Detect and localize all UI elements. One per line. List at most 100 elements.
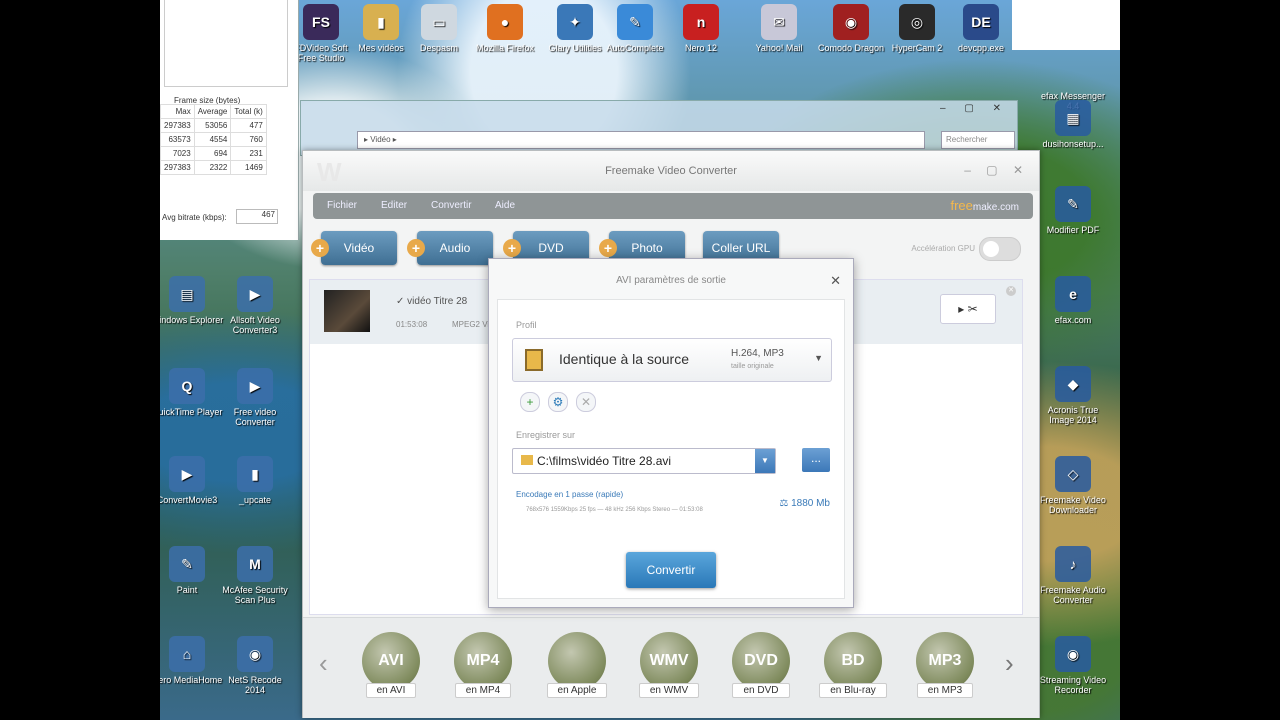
desktop-icon-label: Nero MediaHome xyxy=(151,675,223,685)
table-row: 297383 2322 1469 xyxy=(160,160,267,175)
desktop-icon[interactable]: ♪ Freemake Audio Converter xyxy=(1036,546,1110,605)
desktop-icon[interactable]: ▭ Despasm xyxy=(402,4,476,53)
plus-icon: + xyxy=(599,239,617,257)
app-icon: ✎ xyxy=(617,4,653,40)
desktop-icon[interactable]: ◉ Comodo Dragon xyxy=(814,4,888,53)
table-cell: 694 xyxy=(193,146,232,161)
profile-name: Identique à la source xyxy=(559,351,689,367)
desktop-icon[interactable]: ⌂ Nero MediaHome xyxy=(150,636,224,685)
encoding-link[interactable]: Encodage en 1 passe (rapide) xyxy=(516,490,623,499)
path-dropdown-button[interactable]: ▼ xyxy=(755,449,775,473)
explorer-address-bar[interactable]: ▸ Vidéo ▸ xyxy=(357,131,925,149)
save-path-field[interactable]: C:\films\vidéo Titre 28.avi ▼ xyxy=(512,448,776,474)
app-icon: ♪ xyxy=(1055,546,1091,582)
desktop-icon[interactable]: Q QuickTime Player xyxy=(150,368,224,417)
desktop-icon[interactable]: ▦ dusihonsetup... xyxy=(1036,100,1110,149)
brand-part-a: free xyxy=(950,198,973,213)
app-icon: ◉ xyxy=(1055,636,1091,672)
file-name-text: vidéo Titre 28 xyxy=(407,296,468,307)
browse-button[interactable]: ... xyxy=(802,448,830,472)
app-icon: ▮ xyxy=(237,456,273,492)
format-scroll-left-icon[interactable]: ‹ xyxy=(319,648,328,679)
desktop-icon[interactable]: ◇ Freemake Video Downloader xyxy=(1036,456,1110,515)
format-button[interactable]: AVI en AVI xyxy=(353,632,429,708)
desktop-icon-label: devcpp.exe xyxy=(957,43,1005,53)
desktop-icon[interactable]: e efax.com xyxy=(1036,276,1110,325)
menu-editer[interactable]: Editer xyxy=(381,200,407,211)
desktop-icon-label: efax.com xyxy=(1054,315,1092,325)
explorer-window-controls[interactable]: – ▢ ✕ xyxy=(940,103,1009,114)
format-button[interactable]: BD en Blu-ray xyxy=(815,632,891,708)
brand-part-b: make.com xyxy=(972,202,1019,213)
desktop-icon-label: dusihonsetup... xyxy=(1042,139,1104,149)
app-icon: ▮ xyxy=(363,4,399,40)
app-icon: ● xyxy=(487,4,523,40)
convert-button[interactable]: Convertir xyxy=(626,552,716,588)
desktop-icon[interactable]: ✎ Paint xyxy=(150,546,224,595)
gpu-toggle[interactable] xyxy=(979,237,1021,261)
format-label: en MP4 xyxy=(454,683,512,698)
desktop-icon-label: ConvertMovie3 xyxy=(156,495,218,505)
desktop-icon-label: Paint xyxy=(176,585,198,595)
app-icon: Q xyxy=(169,368,205,404)
desktop-icon[interactable]: DE devcpp.exe xyxy=(944,4,1018,53)
desktop-icon[interactable]: M McAfee Security Scan Plus xyxy=(218,546,292,605)
table-cell: 2322 xyxy=(193,160,232,175)
white-window-corner xyxy=(1012,0,1120,50)
close-icon[interactable]: ✕ xyxy=(830,273,841,289)
freemake-title: Freemake Video Converter xyxy=(605,165,737,177)
app-icon: ◉ xyxy=(833,4,869,40)
desktop-icon[interactable]: ▶ Free video Converter xyxy=(218,368,292,427)
explorer-search-input[interactable]: Rechercher xyxy=(941,131,1015,149)
desktop-icon[interactable]: ✉ Yahoo! Mail xyxy=(742,4,816,53)
app-icon: ▶ xyxy=(237,368,273,404)
gear-icon[interactable]: ⚙ xyxy=(548,392,568,412)
desktop-icon-label: Freemake Audio Converter xyxy=(1040,585,1106,605)
explorer-window: – ▢ ✕ ▸ Vidéo ▸ Rechercher xyxy=(300,100,1018,156)
profile-select[interactable]: Identique à la source H.264, MP3 taille … xyxy=(512,338,832,382)
app-icon: ◉ xyxy=(237,636,273,672)
profile-label: Profil xyxy=(516,320,537,330)
desktop-icon[interactable]: ▶ ConvertMovie3 xyxy=(150,456,224,505)
table-row: 297383 53056 477 xyxy=(160,118,267,133)
menu-convertir[interactable]: Convertir xyxy=(431,200,472,211)
format-button[interactable]: MP3 en MP3 xyxy=(907,632,983,708)
table-cell: 297383 xyxy=(160,118,195,133)
add-video-button[interactable]: + Vidéo xyxy=(311,231,397,265)
desktop-icon[interactable]: ◎ HyperCam 2 xyxy=(880,4,954,53)
format-button[interactable]: MP4 en MP4 xyxy=(445,632,521,708)
table-cell: 477 xyxy=(230,118,267,133)
add-photo-label: Photo xyxy=(631,241,663,255)
desktop-icon-label: Allsoft Video Converter3 xyxy=(230,315,280,335)
format-scroll-right-icon[interactable]: › xyxy=(1005,648,1014,679)
add-video-label: Vidéo xyxy=(343,241,375,255)
format-button[interactable]: WMV en WMV xyxy=(631,632,707,708)
desktop-icon[interactable]: ◉ NetS Recode 2014 xyxy=(218,636,292,695)
desktop-icon[interactable]: ◉ Streaming Video Recorder xyxy=(1036,636,1110,695)
format-button[interactable]: en Apple xyxy=(539,632,615,708)
desktop-icon[interactable]: ◆ Acronis True Image 2014 xyxy=(1036,366,1110,425)
add-audio-button[interactable]: + Audio xyxy=(407,231,493,265)
desktop-icon[interactable]: n Nero 12 xyxy=(664,4,738,53)
app-icon: ✦ xyxy=(557,4,593,40)
desktop-icon[interactable]: ✎ Modifier PDF xyxy=(1036,186,1110,235)
desktop-icon[interactable]: ▤ Windows Explorer xyxy=(150,276,224,325)
paste-url-label: Coller URL xyxy=(711,241,771,255)
add-profile-icon[interactable]: + xyxy=(520,392,540,412)
app-icon: ▶ xyxy=(169,456,205,492)
format-button[interactable]: DVD en DVD xyxy=(723,632,799,708)
remove-file-icon[interactable]: ✕ xyxy=(1006,286,1016,296)
desktop-icon-label: NetS Recode 2014 xyxy=(228,675,282,695)
desktop-icon[interactable]: ▶ Allsoft Video Converter3 xyxy=(218,276,292,335)
edit-cut-button[interactable]: ▸ ✂ xyxy=(940,294,996,324)
delete-profile-icon[interactable]: ✕ xyxy=(576,392,596,412)
format-label: en AVI xyxy=(365,683,417,698)
desktop-icon-label: Comodo Dragon xyxy=(817,43,885,53)
menu-fichier[interactable]: Fichier xyxy=(327,200,357,211)
chevron-down-icon: ▼ xyxy=(814,353,823,363)
freemake-window-controls[interactable]: – ▢ ✕ xyxy=(964,163,1029,177)
desktop-icon[interactable]: ● Mozilla Firefox xyxy=(468,4,542,53)
desktop-icon[interactable]: ▮ _upcate xyxy=(218,456,292,505)
menu-aide[interactable]: Aide xyxy=(495,200,515,211)
desktop-icon[interactable]: ✎ AutoComplete xyxy=(598,4,672,53)
